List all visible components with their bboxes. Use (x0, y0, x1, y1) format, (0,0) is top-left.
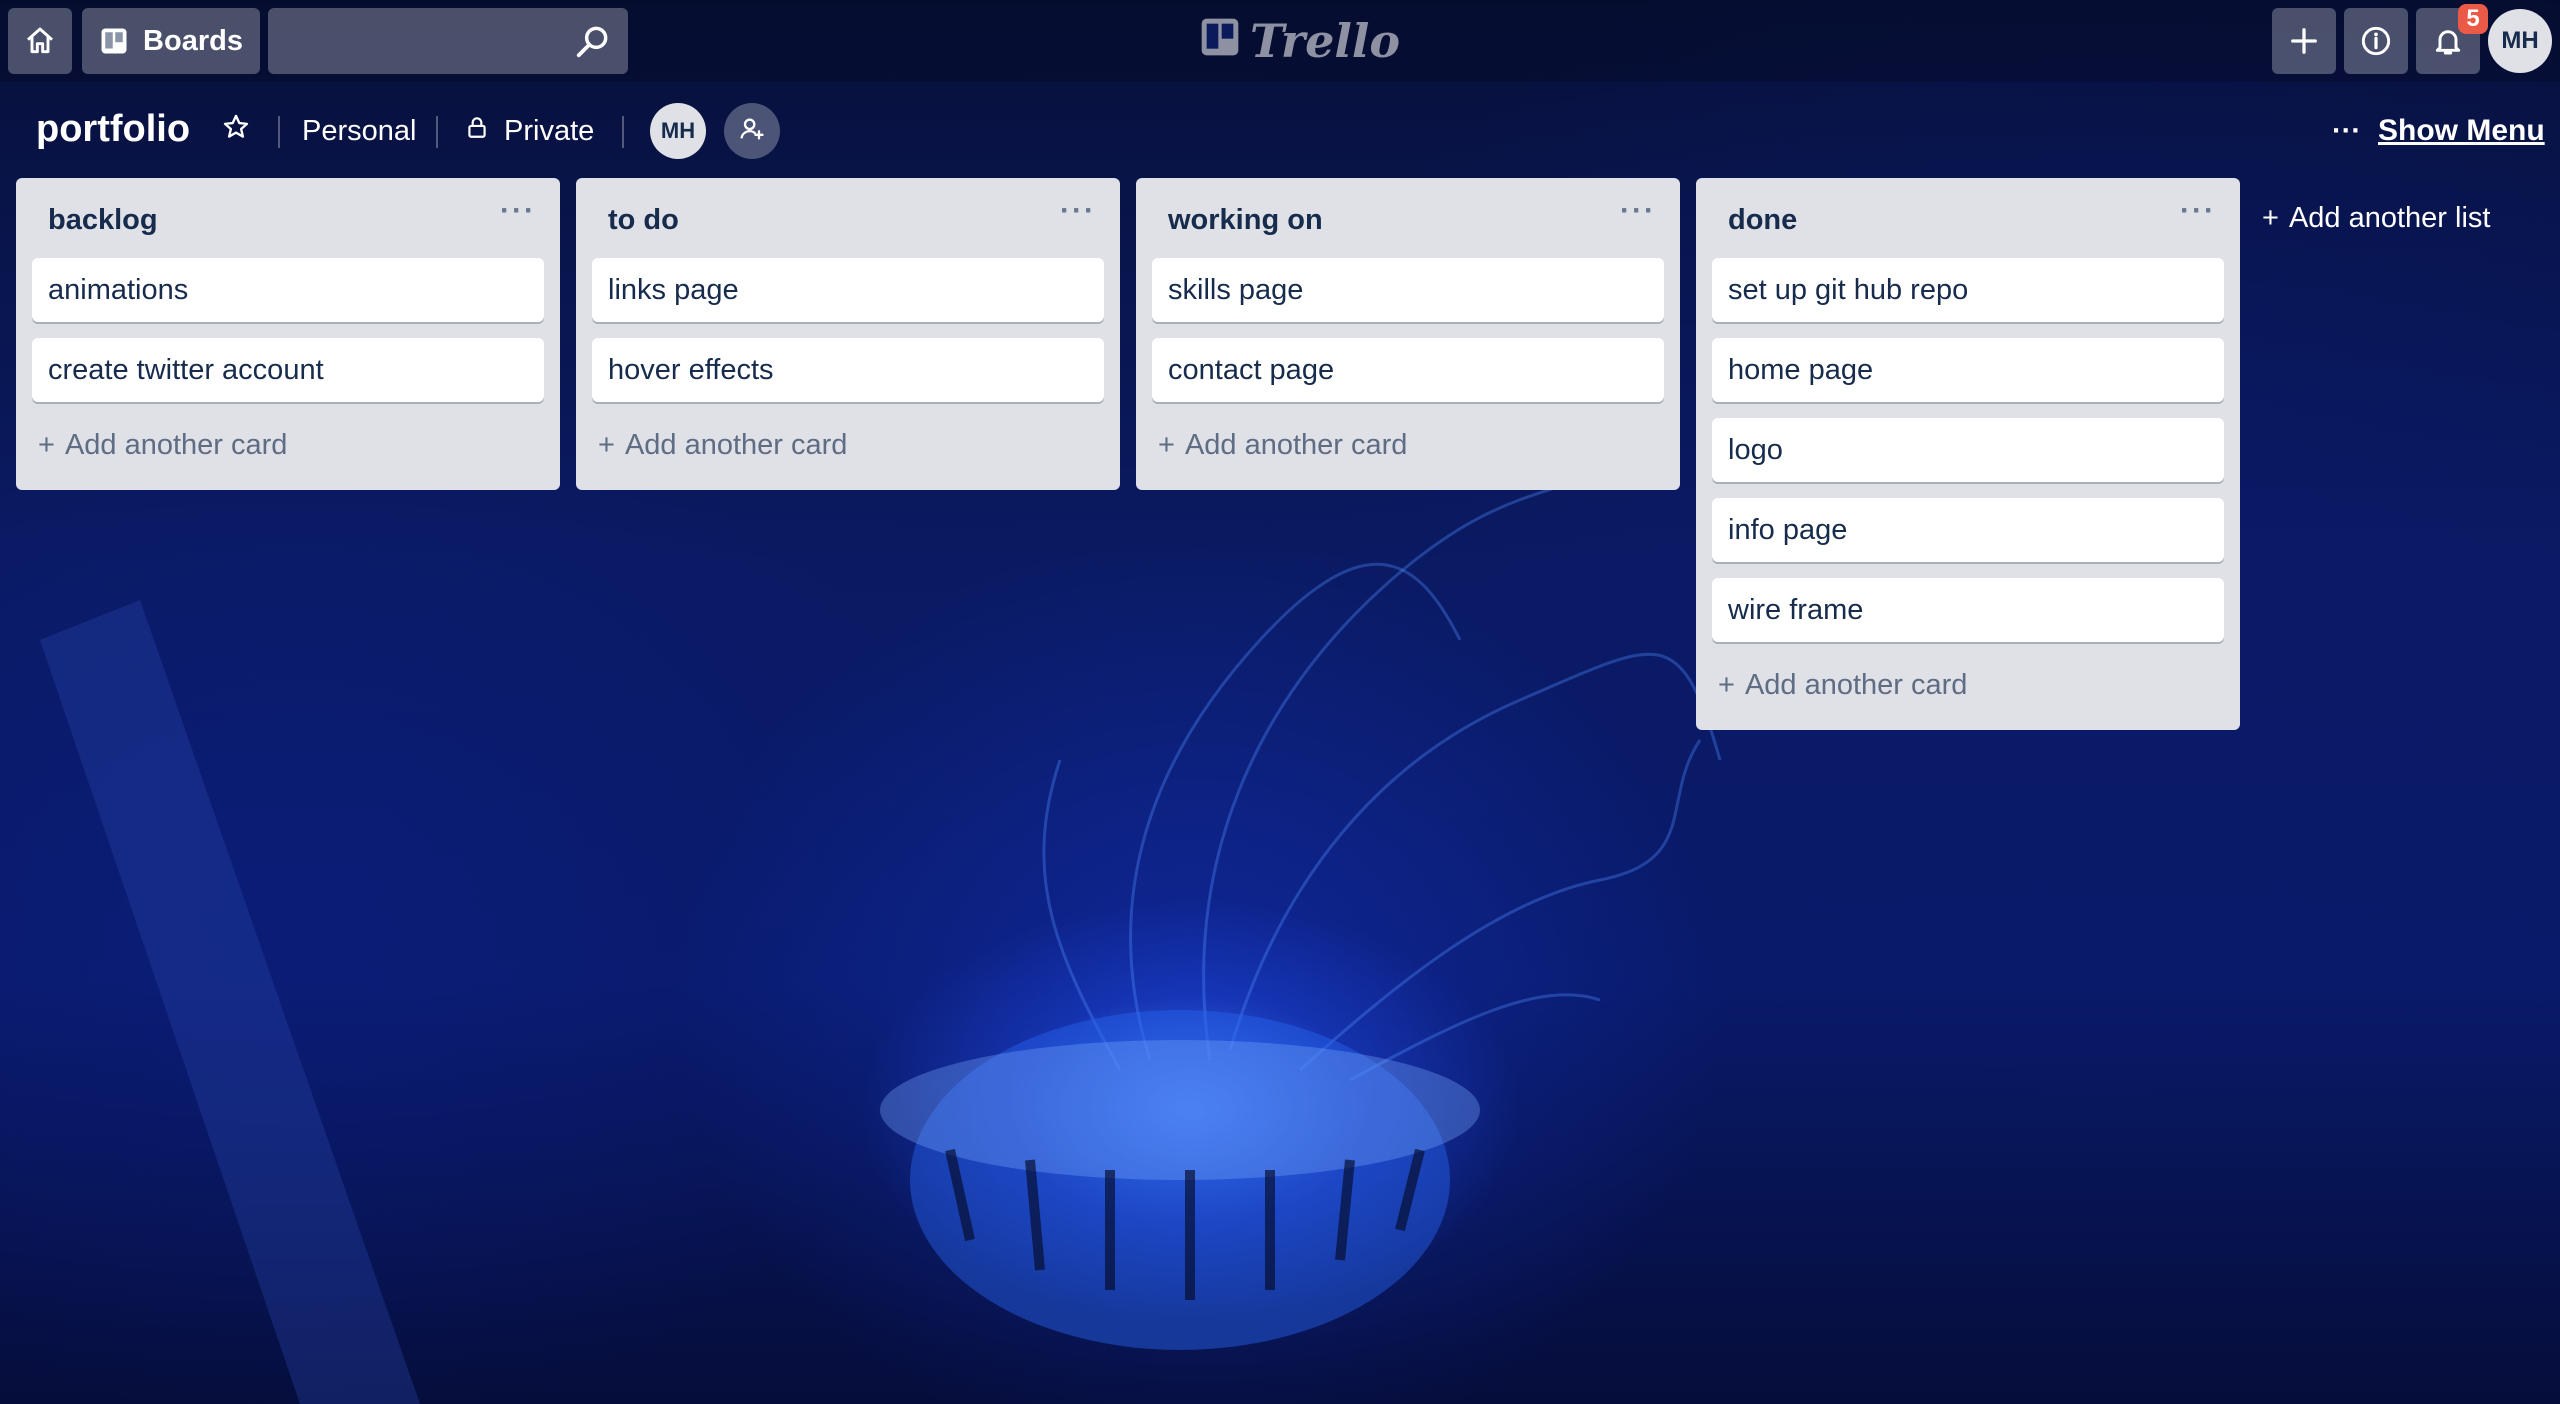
trello-logo[interactable]: Trello (1200, 14, 1400, 68)
card[interactable]: wire frame (1712, 578, 2224, 642)
plus-icon: + (2262, 201, 2279, 234)
boards-label: Boards (143, 24, 243, 57)
add-card-label: Add another card (1744, 668, 1968, 701)
list-to-do: to do ··· links page hover effects + Add… (576, 178, 1120, 490)
list-menu-icon[interactable]: ··· (2180, 194, 2216, 228)
visibility-label: Private (504, 114, 595, 147)
card[interactable]: hover effects (592, 338, 1104, 402)
plus-icon (2289, 26, 2319, 56)
show-menu-link[interactable]: Show Menu (2378, 100, 2545, 162)
list-menu-icon[interactable]: ··· (1620, 194, 1656, 228)
add-card-button[interactable]: + Add another card (1718, 660, 1967, 710)
lock-icon (464, 114, 490, 148)
create-button[interactable] (2272, 8, 2336, 74)
list-title[interactable]: backlog (48, 204, 158, 237)
card[interactable]: home page (1712, 338, 2224, 402)
add-card-button[interactable]: + Add another card (1158, 420, 1407, 470)
card[interactable]: contact page (1152, 338, 1664, 402)
add-card-label: Add another card (1184, 428, 1408, 461)
list-menu-icon[interactable]: ··· (1060, 194, 1096, 228)
trello-logo-icon (1200, 14, 1240, 68)
list-done: done ··· set up git hub repo home page l… (1696, 178, 2240, 730)
invite-button[interactable] (724, 103, 780, 159)
add-member-icon (738, 115, 766, 148)
add-card-label: Add another card (624, 428, 848, 461)
info-button[interactable] (2344, 8, 2408, 74)
board-icon (99, 26, 129, 56)
plus-icon: + (1158, 428, 1175, 461)
star-button[interactable] (222, 100, 250, 162)
list-working-on: working on ··· skills page contact page … (1136, 178, 1680, 490)
list-backlog: backlog ··· animations create twitter ac… (16, 178, 560, 490)
home-button[interactable] (8, 8, 72, 74)
divider (622, 116, 624, 148)
member-avatar[interactable]: MH (650, 103, 706, 159)
card[interactable]: links page (592, 258, 1104, 322)
top-header: Boards Trello 5 MH (0, 0, 2560, 82)
search-icon[interactable] (574, 22, 612, 65)
card[interactable]: skills page (1152, 258, 1664, 322)
list-title[interactable]: working on (1168, 204, 1323, 237)
divider (436, 116, 438, 148)
board-title[interactable]: portfolio (36, 108, 190, 151)
team-button[interactable]: Personal (302, 100, 416, 162)
card[interactable]: create twitter account (32, 338, 544, 402)
boards-button[interactable]: Boards (82, 8, 260, 74)
info-icon (2360, 25, 2392, 57)
plus-icon: + (1718, 668, 1735, 701)
card[interactable]: info page (1712, 498, 2224, 562)
card[interactable]: logo (1712, 418, 2224, 482)
list-title[interactable]: to do (608, 204, 679, 237)
list-title[interactable]: done (1728, 204, 1797, 237)
notification-badge: 5 (2458, 4, 2488, 34)
trello-logo-text: Trello (1250, 14, 1401, 68)
plus-icon: + (38, 428, 55, 461)
add-card-button[interactable]: + Add another card (38, 420, 287, 470)
plus-icon: + (598, 428, 615, 461)
divider (278, 116, 280, 148)
home-icon (24, 25, 56, 57)
visibility-button[interactable]: Private (464, 100, 594, 162)
card[interactable]: animations (32, 258, 544, 322)
list-menu-icon[interactable]: ··· (500, 194, 536, 228)
board-header: portfolio Personal Private MH ··· Show M… (0, 100, 2560, 162)
card[interactable]: set up git hub repo (1712, 258, 2224, 322)
add-list-button[interactable]: + Add another list (2262, 190, 2542, 246)
more-icon[interactable]: ··· (2332, 100, 2361, 162)
add-card-button[interactable]: + Add another card (598, 420, 847, 470)
add-card-label: Add another card (64, 428, 288, 461)
user-avatar[interactable]: MH (2488, 9, 2552, 73)
star-icon (222, 113, 250, 149)
add-list-label: Add another list (2288, 201, 2491, 234)
